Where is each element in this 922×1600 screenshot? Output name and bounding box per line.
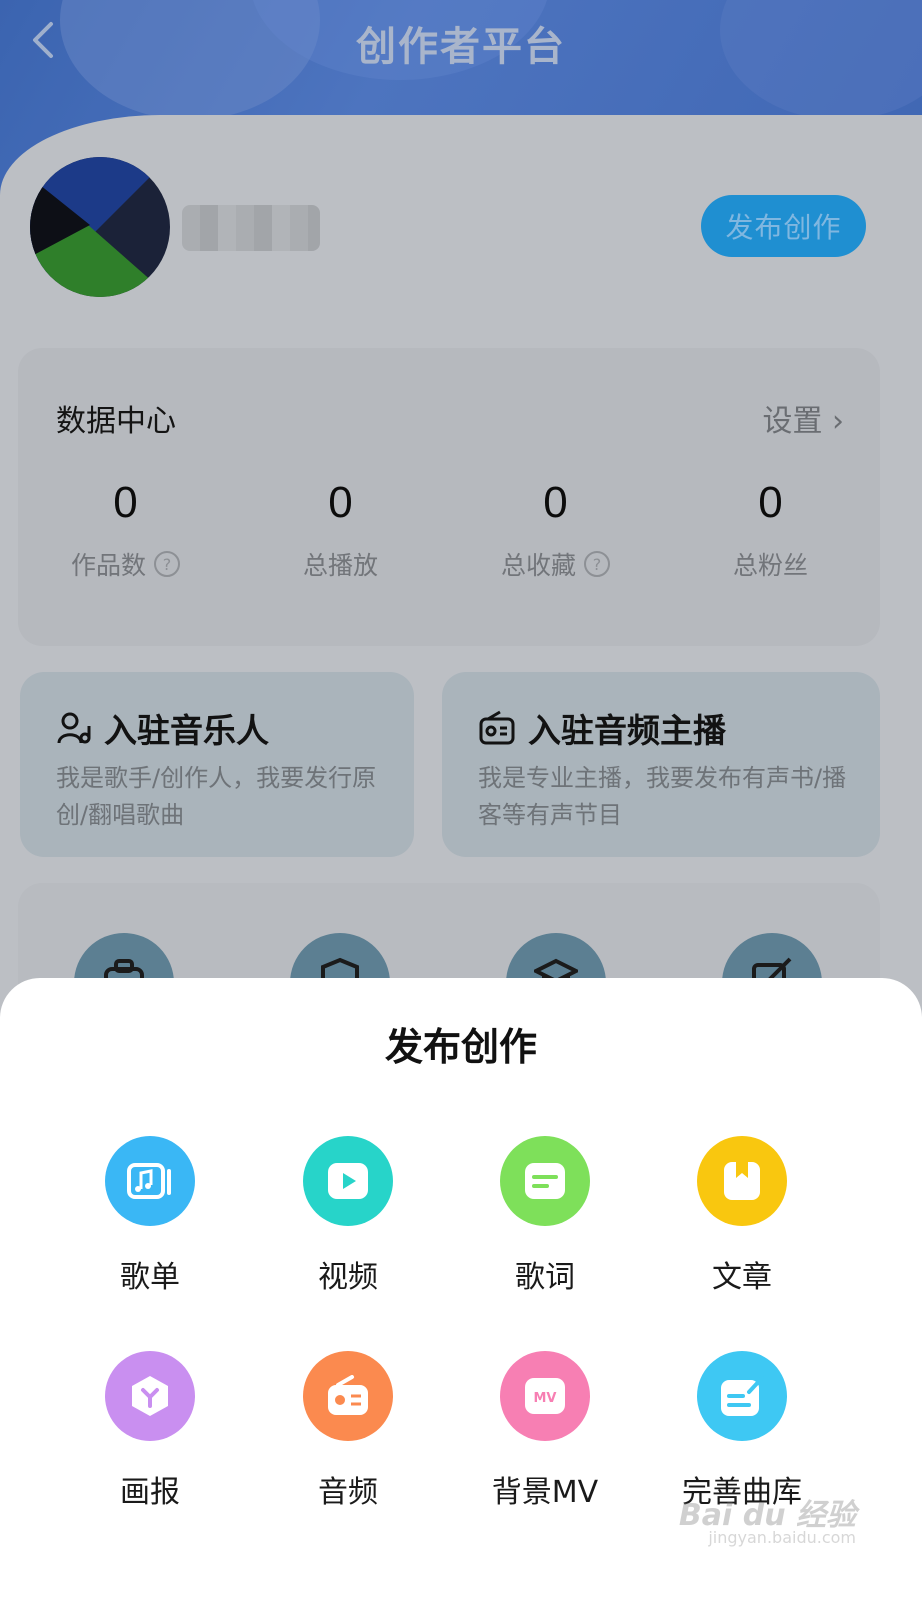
lyrics-icon — [500, 1136, 590, 1226]
help-icon[interactable]: ? — [584, 551, 610, 577]
join-podcaster-card[interactable]: 入驻音频主播 我是专业主播，我要发布有声书/播客等有声节目 — [442, 672, 880, 857]
stat-label: 作品数 — [70, 551, 146, 580]
option-library[interactable]: 完善曲库 — [642, 1351, 842, 1511]
svg-text:MV: MV — [534, 1391, 557, 1406]
join-musician-card[interactable]: 入驻音乐人 我是歌手/创作人，我要发行原创/翻唱歌曲 — [20, 672, 414, 857]
stat-label: 总粉丝 — [732, 551, 808, 580]
avatar[interactable] — [30, 157, 170, 297]
data-center-card: 数据中心 设置 › 0 作品数? 0 总播放 0 总收藏? 0 总粉丝 — [18, 348, 880, 646]
stat-value: 0 — [328, 478, 353, 527]
option-article[interactable]: 文章 — [642, 1136, 842, 1296]
username-blurred — [182, 205, 320, 251]
join-title-label: 入驻音乐人 — [104, 711, 269, 750]
option-lyrics[interactable]: 歌词 — [445, 1136, 645, 1296]
library-edit-icon — [697, 1351, 787, 1441]
poster-icon — [105, 1351, 195, 1441]
publish-button[interactable]: 发布创作 — [701, 195, 866, 257]
option-poster[interactable]: 画报 — [50, 1351, 250, 1511]
join-desc: 我是歌手/创作人，我要发行原创/翻唱歌曲 — [56, 764, 377, 829]
option-video[interactable]: 视频 — [248, 1136, 448, 1296]
stat-plays[interactable]: 0 总播放 — [233, 478, 448, 582]
help-icon[interactable]: ? — [154, 551, 180, 577]
stat-value: 0 — [113, 478, 138, 527]
option-playlist[interactable]: 歌单 — [50, 1136, 250, 1296]
option-mv[interactable]: MV 背景MV — [445, 1351, 645, 1511]
article-icon — [697, 1136, 787, 1226]
option-label: 文章 — [712, 1260, 772, 1295]
stat-works[interactable]: 0 作品数? — [18, 478, 233, 582]
musician-icon — [57, 712, 91, 744]
mv-icon: MV — [500, 1351, 590, 1441]
option-label: 歌单 — [120, 1260, 180, 1295]
stat-value: 0 — [543, 478, 568, 527]
video-icon — [303, 1136, 393, 1226]
option-label: 音频 — [318, 1475, 378, 1510]
page-title: 创作者平台 — [356, 24, 566, 70]
option-label: 视频 — [318, 1260, 378, 1295]
join-title-label: 入驻音频主播 — [528, 711, 726, 750]
stat-value: 0 — [758, 478, 783, 527]
stat-label: 总收藏 — [500, 551, 576, 580]
radio-icon — [479, 710, 515, 745]
join-desc: 我是专业主播，我要发布有声书/播客等有声节目 — [478, 764, 847, 829]
watermark-url: jingyan.baidu.com — [708, 1528, 856, 1547]
audio-icon — [303, 1351, 393, 1441]
stat-fans[interactable]: 0 总粉丝 — [663, 478, 878, 582]
stat-favorites[interactable]: 0 总收藏? — [448, 478, 663, 582]
stat-label: 总播放 — [302, 551, 378, 580]
data-center-title: 数据中心 — [56, 404, 176, 439]
playlist-icon — [105, 1136, 195, 1226]
sheet-title: 发布创作 — [384, 1025, 537, 1069]
option-label: 画报 — [120, 1475, 180, 1510]
settings-link[interactable]: 设置 › — [762, 396, 844, 440]
option-label: 背景MV — [491, 1475, 599, 1510]
option-audio[interactable]: 音频 — [248, 1351, 448, 1511]
option-label: 歌词 — [515, 1260, 575, 1295]
